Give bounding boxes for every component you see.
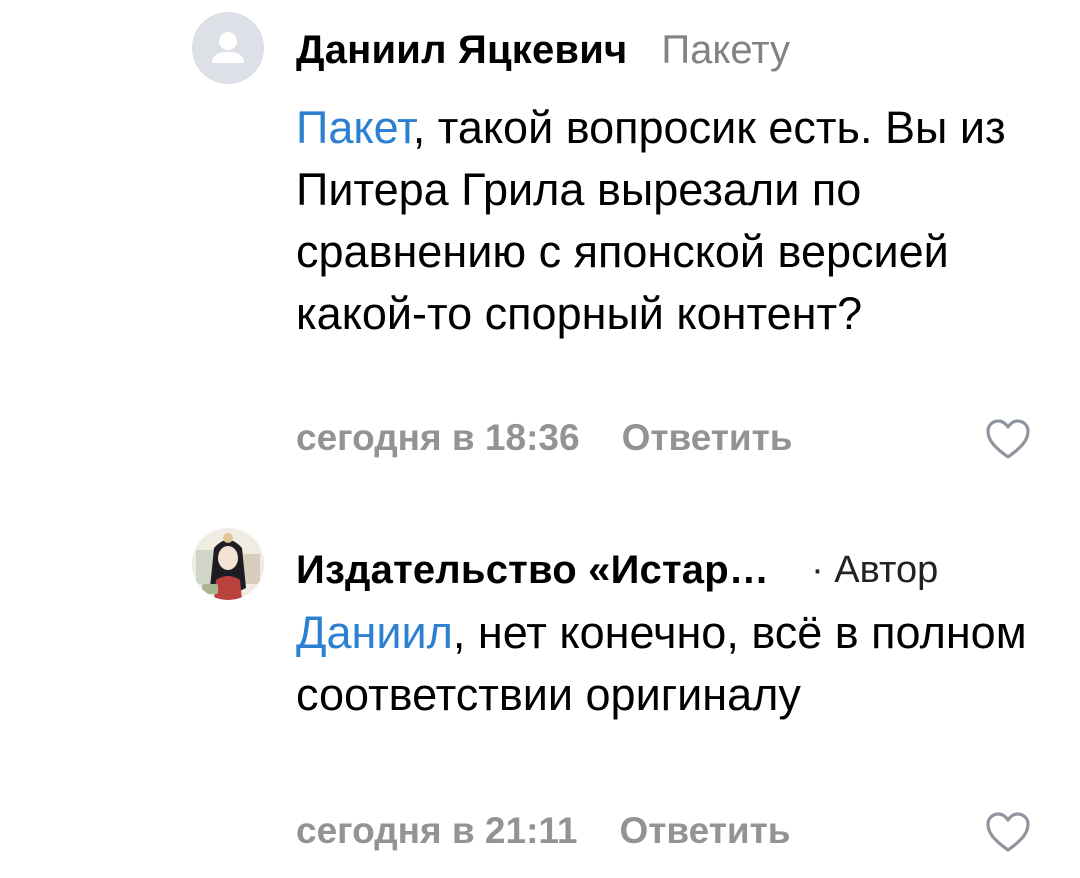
reply-target[interactable]: Пакету: [661, 28, 790, 73]
like-button[interactable]: [984, 810, 1032, 854]
comment-meta: сегодня в 18:36 Ответить: [296, 413, 793, 463]
comment-header: Издательство «Истар… · Автор: [296, 540, 1030, 600]
mention-link[interactable]: Даниил: [296, 607, 453, 658]
author-name[interactable]: Издательство «Истар…: [296, 548, 769, 593]
heart-outline-icon: [986, 419, 1030, 459]
default-user-icon: [192, 12, 264, 84]
author-badge: · Автор: [811, 548, 939, 591]
comment-timestamp: сегодня в 18:36: [296, 417, 580, 458]
heart-outline-icon: [986, 812, 1030, 852]
comment-meta: сегодня в 21:11 Ответить: [296, 806, 791, 856]
comment-text: Даниил, нет конечно, всё в полном соотве…: [296, 602, 1056, 726]
comment-header: Даниил Яцкевич Пакету: [296, 20, 1030, 80]
comment-item: Издательство «Истар… · Автор Даниил, нет…: [0, 510, 1080, 878]
comment-timestamp: сегодня в 21:11: [296, 810, 578, 851]
comment-item: Даниил Яцкевич Пакету Пакет, такой вопро…: [0, 0, 1080, 470]
author-avatar[interactable]: [192, 12, 264, 84]
like-button[interactable]: [984, 417, 1032, 461]
mention-link[interactable]: Пакет: [296, 102, 413, 153]
author-avatar[interactable]: [192, 528, 264, 600]
reply-button[interactable]: Ответить: [622, 417, 793, 459]
author-name[interactable]: Даниил Яцкевич: [296, 28, 627, 73]
comment-text: Пакет, такой вопросик есть. Вы из Питера…: [296, 97, 1056, 345]
reply-button[interactable]: Ответить: [620, 810, 791, 852]
anime-girl-avatar-image: [192, 528, 264, 600]
